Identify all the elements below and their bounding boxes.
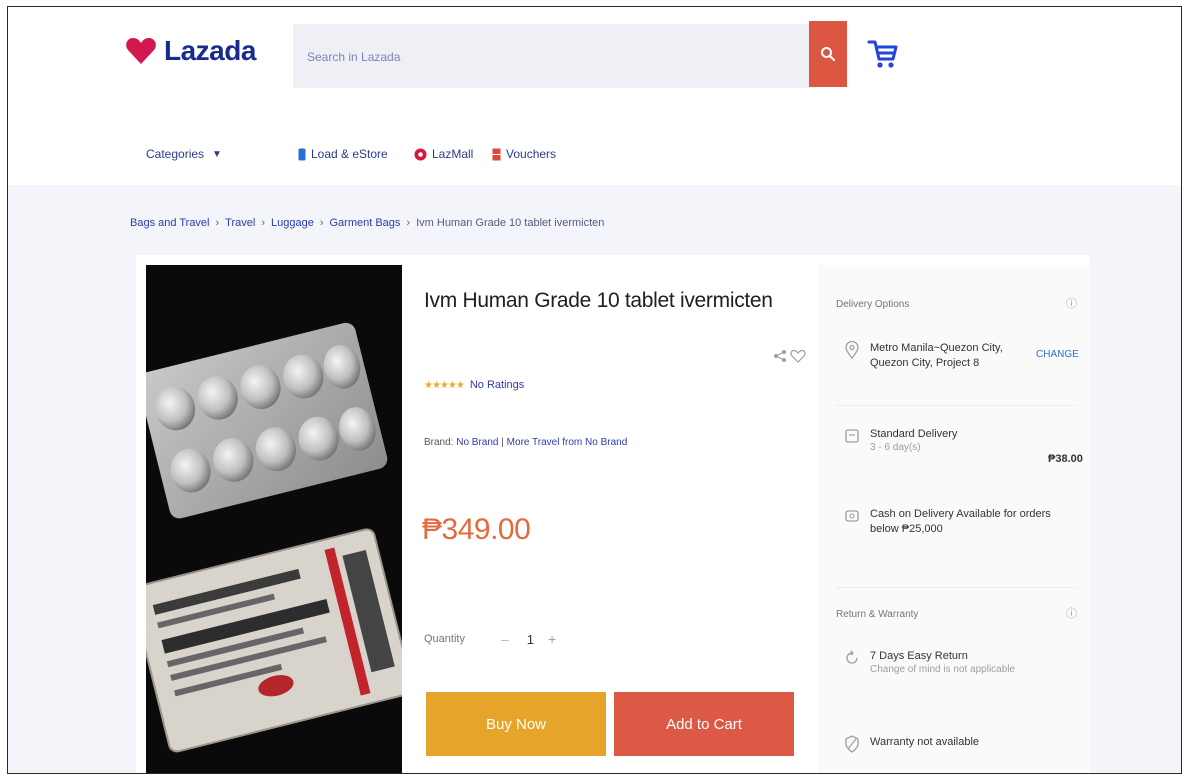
change-location-link[interactable]: CHANGE (1036, 349, 1079, 360)
delivery-location: Metro Manila~Quezon City, Quezon City, P… (842, 341, 1022, 371)
cod-row: Cash on Delivery Available for orders be… (842, 507, 1062, 537)
brand-link[interactable]: No Brand (456, 437, 498, 448)
nav-bar: Categories ▼ Load & eStore LazMall Vouch… (8, 147, 1181, 177)
nav-link-label: Load & eStore (311, 147, 388, 161)
product-rating: ★★★★★ No Ratings (424, 379, 524, 391)
nav-link-label: Vouchers (506, 147, 557, 161)
return-warranty-heading: Return & Warranty (836, 609, 919, 620)
logo[interactable]: Lazada (126, 35, 256, 67)
quantity-label: Quantity (424, 633, 465, 645)
standard-delivery-text: Standard Delivery 3 - 6 day(s) (870, 427, 957, 453)
cash-icon (845, 510, 859, 522)
warranty-row: Warranty not available (842, 735, 1042, 753)
search-button[interactable] (809, 21, 847, 87)
breadcrumb-item[interactable]: Luggage (271, 217, 314, 229)
add-to-cart-button[interactable]: Add to Cart (614, 692, 794, 756)
standard-delivery-days: 3 - 6 day(s) (870, 442, 921, 453)
nav-link-lazmall[interactable]: LazMall (414, 147, 473, 161)
nav-link-label: LazMall (432, 147, 474, 161)
truck-icon (845, 429, 859, 443)
categories-dropdown[interactable]: Categories ▼ (146, 147, 222, 161)
quantity-value[interactable]: 1 (527, 632, 534, 647)
header: Lazada Categories ▼ (8, 7, 1181, 185)
returns-text: 7 Days Easy Return Change of mind is not… (870, 649, 1015, 675)
product-image[interactable] (146, 265, 402, 773)
standard-delivery-title: Standard Delivery (870, 428, 958, 440)
breadcrumb-separator-icon: › (406, 217, 411, 229)
breadcrumb-separator-icon: › (261, 217, 265, 229)
breadcrumb-separator-icon: › (215, 217, 220, 229)
quantity-decrease-button[interactable]: – (501, 631, 509, 647)
location-pin-icon (845, 341, 859, 359)
cart-icon[interactable] (866, 37, 900, 71)
delivery-fee: ₱38.00 (1048, 453, 1083, 465)
product-title: Ivm Human Grade 10 tablet ivermicten (424, 289, 773, 312)
nav-link-load-estore[interactable]: Load & eStore (298, 147, 388, 161)
heart-logo-icon (126, 38, 156, 64)
product-price: ₱349.00 (422, 513, 531, 546)
share-icon[interactable] (773, 349, 787, 363)
lazmall-icon (414, 148, 427, 160)
star-rating-icon: ★★★★★ (424, 379, 465, 391)
returns-subtitle: Change of mind is not applicable (870, 664, 1016, 675)
divider (836, 405, 1076, 406)
search-box (293, 24, 816, 90)
warranty-shield-icon (845, 735, 859, 753)
returns-row: 7 Days Easy Return Change of mind is not… (842, 649, 1042, 675)
phone-icon (298, 148, 306, 160)
standard-delivery-row: Standard Delivery 3 - 6 day(s) (842, 427, 1042, 453)
rating-link[interactable]: No Ratings (470, 379, 524, 391)
buy-now-button[interactable]: Buy Now (426, 692, 606, 756)
warranty-text: Warranty not available (870, 736, 980, 748)
breadcrumb-item[interactable]: Bags and Travel (130, 217, 210, 229)
heart-wishlist-icon[interactable] (790, 349, 806, 363)
search-icon (821, 47, 836, 62)
voucher-icon (492, 148, 501, 160)
breadcrumb-separator-icon: › (319, 217, 324, 229)
search-input[interactable] (305, 24, 799, 90)
location-text: Metro Manila~Quezon City, Quezon City, P… (870, 342, 1003, 369)
delivery-options-heading: Delivery Options (836, 299, 910, 310)
brand-label: Brand: (424, 437, 454, 448)
share-wishlist-group (773, 349, 806, 363)
cod-text: Cash on Delivery Available for orders be… (870, 508, 1051, 535)
returns-title: 7 Days Easy Return (870, 650, 968, 662)
more-from-brand-link[interactable]: More Travel from No Brand (507, 437, 628, 448)
blister-pack-image (146, 265, 402, 773)
breadcrumb-item[interactable]: Travel (225, 217, 255, 229)
categories-label: Categories (146, 147, 205, 161)
nav-link-vouchers[interactable]: Vouchers (492, 147, 556, 161)
breadcrumb-item[interactable]: Garment Bags (330, 217, 401, 229)
breadcrumb: Bags and Travel › Travel › Luggage › Gar… (130, 217, 604, 229)
info-icon[interactable]: ⓘ (1066, 295, 1077, 311)
logo-text: Lazada (164, 35, 256, 66)
quantity-increase-button[interactable]: + (548, 631, 556, 647)
breadcrumb-current: Ivm Human Grade 10 tablet ivermicten (416, 217, 605, 229)
divider (836, 587, 1076, 588)
chevron-down-icon: ▼ (212, 148, 222, 160)
quantity-row: Quantity – 1 + (424, 631, 556, 647)
brand-line: Brand: No Brand | More Travel from No Br… (424, 437, 627, 448)
page-frame: Lazada Categories ▼ (7, 6, 1182, 774)
return-icon (846, 650, 858, 664)
info-icon[interactable]: ⓘ (1066, 605, 1077, 621)
